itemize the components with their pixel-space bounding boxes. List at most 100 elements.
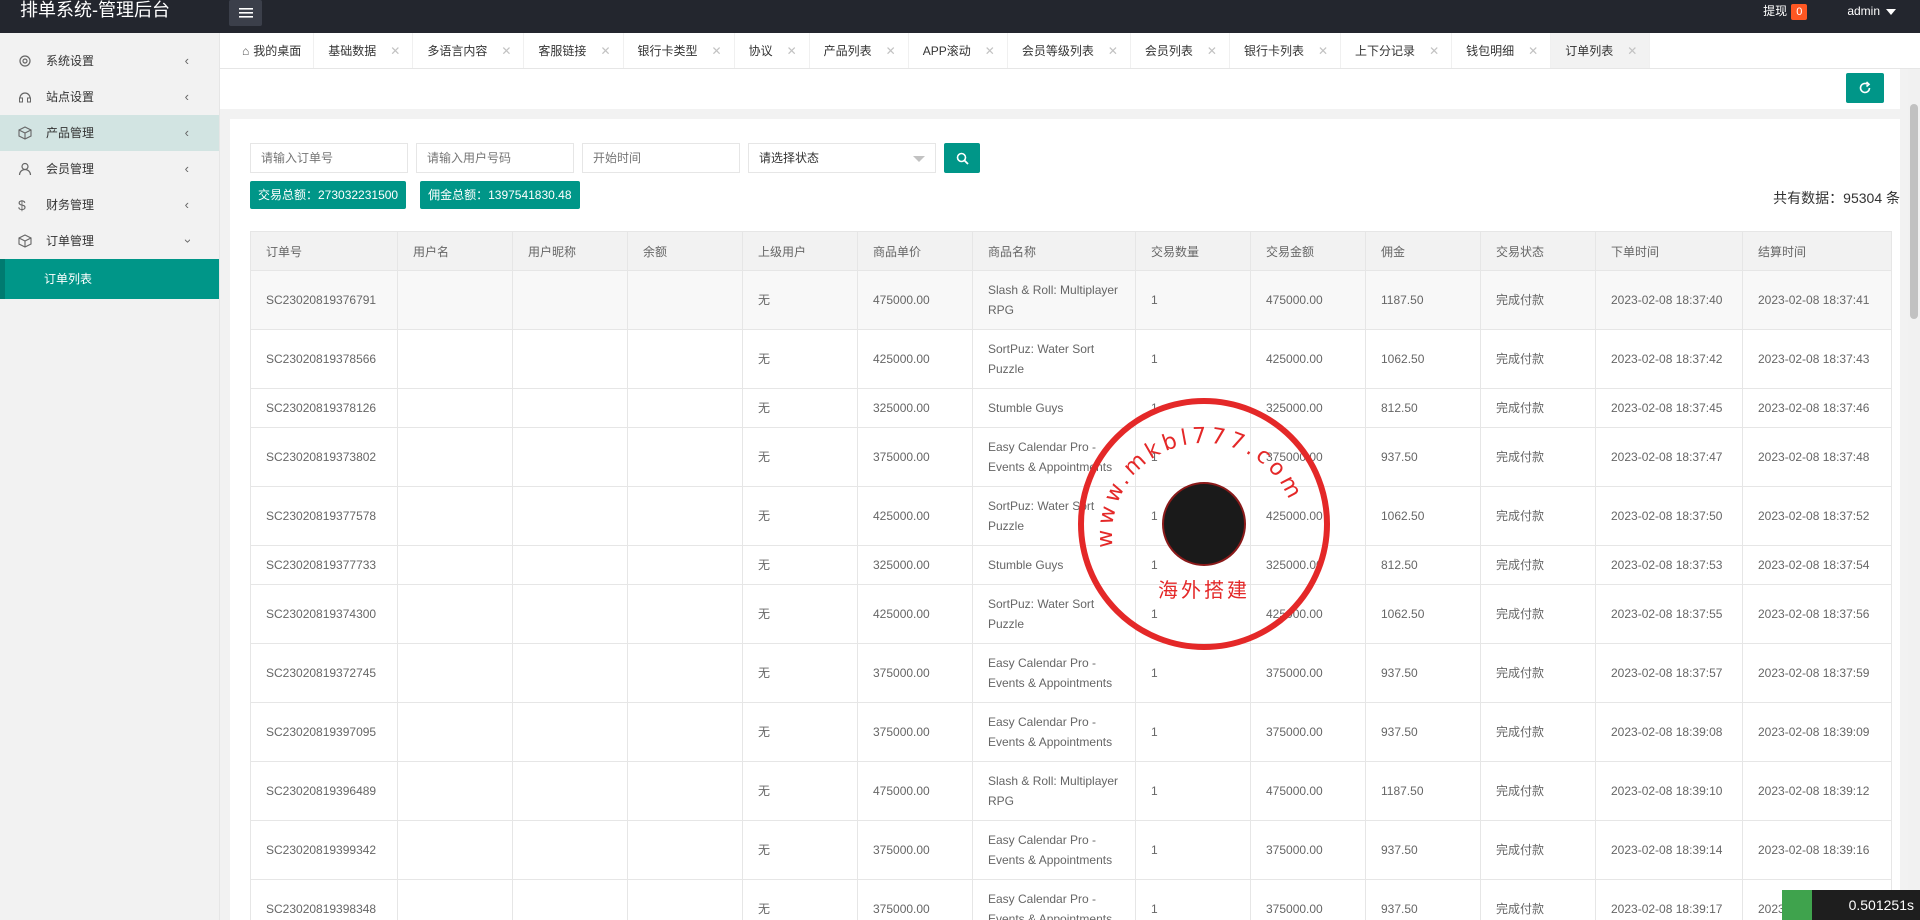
- table-cell: 2023-02-08 18:37:45: [1595, 388, 1743, 428]
- table-row[interactable]: SC23020819398348 无 375000.00 Easy Calendar …: [250, 879, 1892, 920]
- table-row[interactable]: SC23020819372745 无 375000.00 Easy Calendar …: [250, 643, 1892, 703]
- sidebar-item-system-settings[interactable]: 系统设置 ‹: [0, 43, 219, 79]
- search-button[interactable]: [944, 143, 980, 173]
- table-cell: [512, 486, 628, 546]
- withdraw-link[interactable]: 提现 0: [1763, 2, 1808, 20]
- record-count: 共有数据：95304 条: [1773, 190, 1900, 206]
- commission-total-badge: 佣金总额：1397541830.48: [420, 181, 580, 209]
- table-cell: 1187.50: [1365, 270, 1481, 330]
- tab-order-list[interactable]: 订单列表 ✕: [1551, 33, 1651, 68]
- tab-basic-data[interactable]: 基础数据 ✕: [314, 33, 414, 68]
- table-cell: 325000.00: [1250, 545, 1366, 585]
- tab-multilang[interactable]: 多语言内容 ✕: [413, 33, 525, 68]
- scrollbar-thumb[interactable]: [1910, 104, 1918, 319]
- close-icon[interactable]: ✕: [1429, 44, 1439, 58]
- table-cell: 2023-02-08 18:37:57: [1595, 643, 1743, 703]
- sidebar-item-member-management[interactable]: 会员管理 ‹: [0, 151, 219, 187]
- tab-my-desktop[interactable]: ⌂ 我的桌面: [228, 33, 315, 68]
- table-cell: 2023-02-08 18:37:53: [1595, 545, 1743, 585]
- close-icon[interactable]: ✕: [712, 44, 722, 58]
- sidebar-item-order-management[interactable]: 订单管理 ‹: [0, 223, 219, 259]
- status-select[interactable]: 请选择状态: [748, 143, 936, 173]
- table-cell: [512, 270, 628, 330]
- tab-product-list[interactable]: 产品列表 ✕: [810, 33, 909, 68]
- table-cell: 937.50: [1365, 643, 1481, 703]
- table-cell: 425000.00: [1250, 329, 1366, 389]
- table-row[interactable]: SC23020819378126 无 325000.00 Stumble Guys 1 3…: [250, 388, 1892, 428]
- tab-label: 协议: [748, 44, 773, 58]
- table-cell: [512, 427, 628, 487]
- table-row[interactable]: SC23020819397095 无 375000.00 Easy Calendar …: [250, 702, 1892, 762]
- sidebar-item-label: 产品管理: [46, 126, 95, 140]
- tab-service-link[interactable]: 客服链接 ✕: [524, 33, 624, 68]
- table-cell: Easy Calendar Pro - Events & Appointment…: [972, 427, 1136, 487]
- table-row[interactable]: SC23020819396489 无 475000.00 Slash & Roll: …: [250, 761, 1892, 821]
- table-row[interactable]: SC23020819399342 无 375000.00 Easy Calendar …: [250, 820, 1892, 880]
- table-cell: 425000.00: [857, 584, 973, 644]
- tab-app-scroll[interactable]: APP滚动 ✕: [909, 33, 1008, 68]
- table-cell: 2023-02-08 18:39:16: [1742, 820, 1892, 880]
- table-cell: SC23020819378566: [250, 329, 398, 389]
- table-row[interactable]: SC23020819377733 无 325000.00 Stumble Guys 1 3…: [250, 545, 1892, 585]
- table-cell: Slash & Roll: Multiplayer RPG: [972, 761, 1136, 821]
- tab-member-list[interactable]: 会员列表 ✕: [1131, 33, 1230, 68]
- table-cell: 无: [742, 545, 858, 585]
- table-cell: SC23020819377733: [250, 545, 398, 585]
- table-cell: [627, 643, 743, 703]
- close-icon[interactable]: ✕: [501, 44, 511, 58]
- close-icon[interactable]: ✕: [985, 44, 995, 58]
- close-icon[interactable]: ✕: [1627, 44, 1637, 58]
- caret-down-icon: [1886, 8, 1896, 15]
- close-icon[interactable]: ✕: [600, 44, 610, 58]
- table-cell: SortPuz: Water Sort Puzzle: [972, 329, 1136, 389]
- sidebar: 系统设置 ‹ 站点设置 ‹ 产品管理 ‹ 会员管理 ‹ $ 财务管理 ‹ 订单管…: [0, 33, 220, 920]
- refresh-button[interactable]: [1846, 73, 1884, 103]
- sidebar-subitem-order-list[interactable]: 订单列表: [0, 259, 219, 299]
- table-cell: 完成付款: [1480, 584, 1596, 644]
- close-icon[interactable]: ✕: [1207, 44, 1217, 58]
- sidebar-item-site-settings[interactable]: 站点设置 ‹: [0, 79, 219, 115]
- table-cell: 812.50: [1365, 545, 1481, 585]
- table-cell: 无: [742, 761, 858, 821]
- table-row[interactable]: SC23020819373802 无 375000.00 Easy Calendar …: [250, 427, 1892, 487]
- tab-balance-records[interactable]: 上下分记录 ✕: [1341, 33, 1453, 68]
- column-header: 商品名称: [972, 231, 1136, 271]
- table-row[interactable]: SC23020819378566 无 425000.00 SortPuz: Water…: [250, 329, 1892, 389]
- order-number-input[interactable]: [250, 143, 408, 173]
- close-icon[interactable]: ✕: [1528, 44, 1538, 58]
- tab-agreement[interactable]: 协议 ✕: [735, 33, 810, 68]
- close-icon[interactable]: ✕: [1108, 44, 1118, 58]
- user-menu[interactable]: admin: [1847, 4, 1896, 18]
- menu-toggle-button[interactable]: [229, 0, 262, 26]
- user-phone-input[interactable]: [416, 143, 574, 173]
- tab-label: 钱包明细: [1466, 44, 1515, 58]
- table-cell: 1062.50: [1365, 584, 1481, 644]
- table-cell: 无: [742, 486, 858, 546]
- close-icon[interactable]: ✕: [886, 44, 896, 58]
- column-header: 用户昵称: [512, 231, 628, 271]
- sidebar-item-label: 财务管理: [46, 198, 95, 212]
- tab-member-levels[interactable]: 会员等级列表 ✕: [1008, 33, 1131, 68]
- table-cell: 475000.00: [857, 270, 973, 330]
- table-row[interactable]: SC23020819377578 无 425000.00 SortPuz: Water…: [250, 486, 1892, 546]
- status-select-value: 请选择状态: [759, 151, 820, 165]
- table-cell: [512, 388, 628, 428]
- table-cell: [627, 486, 743, 546]
- close-icon[interactable]: ✕: [1318, 44, 1328, 58]
- table-row[interactable]: SC23020819374300 无 425000.00 SortPuz: Water…: [250, 584, 1892, 644]
- sidebar-item-product-management[interactable]: 产品管理 ‹: [0, 115, 219, 151]
- timer-display: 0.501251s: [1782, 890, 1920, 920]
- table-cell: 937.50: [1365, 427, 1481, 487]
- table-row[interactable]: SC23020819376791 无 475000.00 Slash & Roll: …: [250, 270, 1892, 330]
- column-header: 上级用户: [742, 231, 858, 271]
- tab-bank-card-list[interactable]: 银行卡列表 ✕: [1230, 33, 1342, 68]
- close-icon[interactable]: ✕: [390, 44, 400, 58]
- vertical-scrollbar[interactable]: [1908, 69, 1920, 920]
- table-cell: 325000.00: [1250, 388, 1366, 428]
- close-icon[interactable]: ✕: [787, 44, 797, 58]
- tab-wallet-details[interactable]: 钱包明细 ✕: [1452, 33, 1552, 68]
- table-cell: 1187.50: [1365, 761, 1481, 821]
- start-time-input[interactable]: [582, 143, 740, 173]
- tab-bank-card-type[interactable]: 银行卡类型 ✕: [624, 33, 735, 68]
- sidebar-item-finance-management[interactable]: $ 财务管理 ‹: [0, 187, 219, 223]
